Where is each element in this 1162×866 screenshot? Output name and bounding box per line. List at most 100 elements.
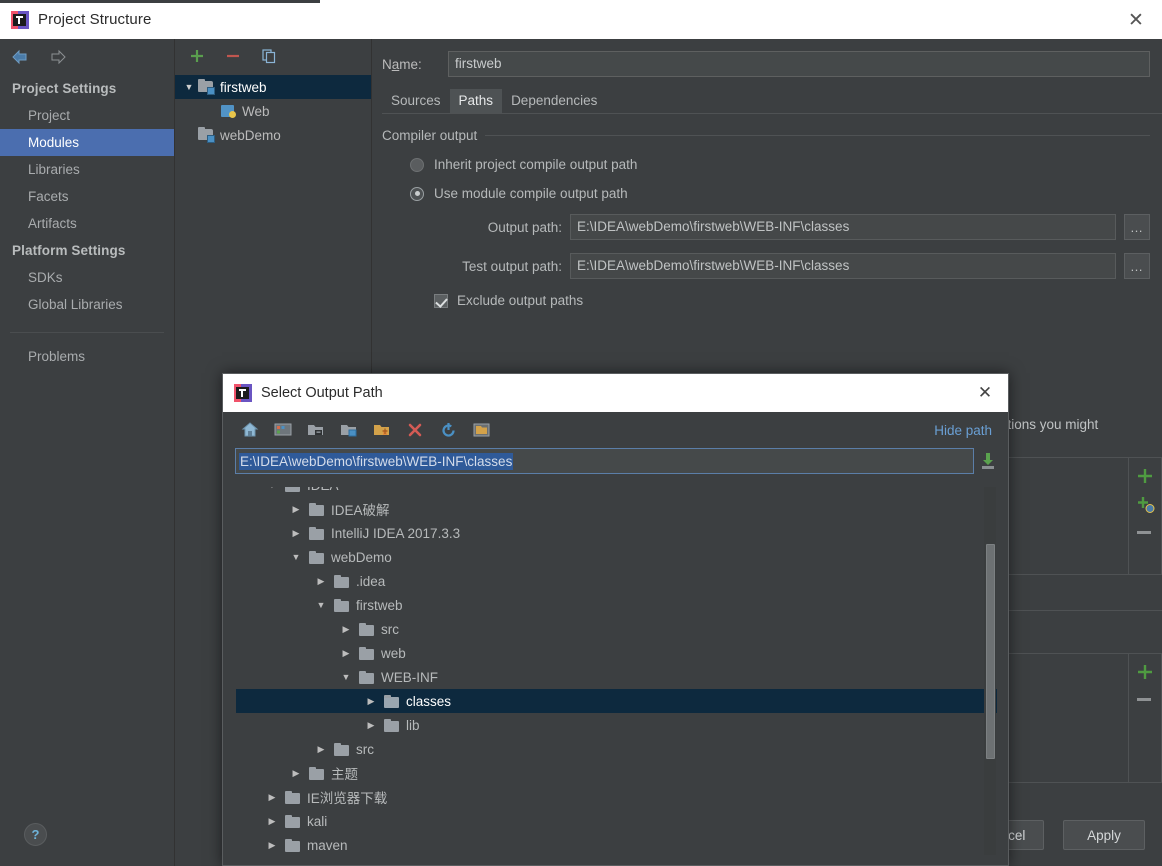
titlebar-dark-stub <box>0 0 320 3</box>
sidebar-item-project[interactable]: Project <box>0 102 174 129</box>
page-title: Project Structure <box>38 11 152 28</box>
tree-row-label: IntelliJ IDEA 2017.3.3 <box>331 525 461 541</box>
compiler-output-title: Compiler output <box>382 128 478 143</box>
chevron-right-icon[interactable]: ▶ <box>334 648 358 659</box>
tree-row-kali[interactable]: ▶ kali <box>236 809 997 833</box>
history-dropdown-icon[interactable] <box>980 451 996 471</box>
chevron-right-icon[interactable]: ▶ <box>284 528 308 539</box>
tab-sources[interactable]: Sources <box>382 89 450 113</box>
project-structure-window: Project Structure ✕ Project Settings Pro… <box>0 0 1162 866</box>
chevron-down-icon[interactable]: ▼ <box>334 672 358 682</box>
tree-row-ie-browser-download[interactable]: ▶ IE浏览器下载 <box>236 785 997 809</box>
tree-row-lib[interactable]: ▶ lib <box>236 713 997 737</box>
apply-button[interactable]: Apply <box>1063 820 1145 850</box>
chevron-down-icon[interactable]: ▼ <box>260 487 284 490</box>
tree-row-webdemo[interactable]: ▼ webDemo <box>236 545 997 569</box>
hide-path-link[interactable]: Hide path <box>934 423 992 438</box>
chevron-right-icon[interactable]: ▶ <box>260 816 284 827</box>
tree-scrollbar-thumb[interactable] <box>986 544 995 759</box>
tab-paths[interactable]: Paths <box>449 89 503 113</box>
test-output-path-input[interactable]: E:\IDEA\webDemo\firstweb\WEB-INF\classes <box>570 253 1116 279</box>
chevron-down-icon[interactable]: ▼ <box>284 552 308 562</box>
add-from-library-icon[interactable] <box>1137 496 1155 513</box>
tree-row-label: src <box>356 741 374 757</box>
tree-row-firstweb[interactable]: ▼ firstweb <box>236 593 997 617</box>
module-row-web[interactable]: Web <box>175 99 371 123</box>
tree-row-maven[interactable]: ▶ maven <box>236 833 997 855</box>
module-row-firstweb[interactable]: ▼ firstweb <box>175 75 371 99</box>
background-divider <box>1007 610 1162 611</box>
background-list-buttons-2 <box>1128 654 1161 782</box>
output-path-input[interactable]: E:\IDEA\webDemo\firstweb\WEB-INF\classes <box>570 214 1116 240</box>
output-path-row: Output path: E:\IDEA\webDemo\firstweb\WE… <box>382 214 1150 240</box>
chevron-right-icon[interactable]: ▶ <box>359 720 383 731</box>
radio-inherit-project-output[interactable]: Inherit project compile output path <box>410 157 1162 172</box>
chevron-right-icon[interactable]: ▶ <box>260 792 284 803</box>
copy-module-button[interactable] <box>259 46 279 66</box>
drive-folder-icon[interactable] <box>303 418 329 442</box>
remove-icon[interactable] <box>1137 698 1151 701</box>
close-icon[interactable]: ✕ <box>1120 8 1152 32</box>
radio-module-label: Use module compile output path <box>434 186 628 201</box>
help-button[interactable]: ? <box>24 823 47 846</box>
tree-row-label: firstweb <box>356 597 403 613</box>
sidebar-item-artifacts[interactable]: Artifacts <box>0 210 174 237</box>
sidebar-item-modules[interactable]: Modules <box>0 129 174 156</box>
background-list-box-1 <box>1007 457 1162 575</box>
remove-module-button[interactable] <box>223 46 243 66</box>
exclude-output-paths-row[interactable]: Exclude output paths <box>434 293 1162 308</box>
web-facet-icon <box>219 103 237 119</box>
tree-row-src[interactable]: ▶ src <box>236 617 997 641</box>
path-input[interactable]: E:\IDEA\webDemo\firstweb\WEB-INF\classes <box>235 448 974 474</box>
exclude-output-paths-checkbox[interactable] <box>434 293 448 308</box>
add-icon[interactable] <box>1137 468 1153 484</box>
show-hidden-files-icon[interactable] <box>468 418 494 442</box>
chevron-right-icon[interactable]: ▶ <box>309 576 333 587</box>
home-icon[interactable] <box>237 418 263 442</box>
chevron-down-icon[interactable]: ▼ <box>309 600 333 610</box>
chevron-right-icon[interactable]: ▶ <box>284 768 308 779</box>
back-arrow-icon[interactable] <box>10 46 32 68</box>
new-folder-icon[interactable] <box>369 418 395 442</box>
sidebar-item-problems[interactable]: Problems <box>0 343 174 370</box>
tree-row-classes[interactable]: ▶ classes <box>236 689 997 713</box>
chevron-right-icon[interactable]: ▶ <box>309 744 333 755</box>
chevron-right-icon[interactable]: ▶ <box>359 696 383 707</box>
desktop-icon[interactable] <box>270 418 296 442</box>
chevron-right-icon[interactable]: ▶ <box>284 504 308 515</box>
module-row-webdemo[interactable]: webDemo <box>175 123 371 147</box>
remove-icon[interactable] <box>1137 531 1151 534</box>
radio-button-on[interactable] <box>410 186 424 201</box>
tree-row-idea-crack[interactable]: ▶ IDEA破解 <box>236 497 997 521</box>
radio-button-off[interactable] <box>410 157 424 172</box>
module-folder-icon <box>197 79 215 95</box>
chevron-right-icon[interactable]: ▶ <box>260 840 284 851</box>
sidebar-item-facets[interactable]: Facets <box>0 183 174 210</box>
forward-arrow-icon[interactable] <box>46 46 68 68</box>
delete-icon[interactable] <box>402 418 428 442</box>
module-folder-icon <box>197 127 215 143</box>
close-icon[interactable]: ✕ <box>972 382 998 404</box>
chevron-right-icon[interactable]: ▶ <box>334 624 358 635</box>
folder-icon <box>333 574 350 588</box>
tree-row-src-2[interactable]: ▶ src <box>236 737 997 761</box>
chevron-down-icon[interactable]: ▼ <box>181 82 197 92</box>
radio-use-module-output[interactable]: Use module compile output path <box>410 186 1162 201</box>
module-name-input[interactable]: firstweb <box>448 51 1150 77</box>
tree-row-intellij-idea-2017[interactable]: ▶ IntelliJ IDEA 2017.3.3 <box>236 521 997 545</box>
tree-row-idea[interactable]: ▼ IDEA <box>236 487 997 497</box>
tree-row-theme[interactable]: ▶ 主题 <box>236 761 997 785</box>
sidebar-item-libraries[interactable]: Libraries <box>0 156 174 183</box>
tree-row-web[interactable]: ▶ web <box>236 641 997 665</box>
tree-row-dot-idea[interactable]: ▶ .idea <box>236 569 997 593</box>
refresh-icon[interactable] <box>435 418 461 442</box>
tab-dependencies[interactable]: Dependencies <box>502 89 607 113</box>
add-icon[interactable] <box>1137 664 1153 680</box>
tree-row-web-inf[interactable]: ▼ WEB-INF <box>236 665 997 689</box>
sidebar-item-global-libraries[interactable]: Global Libraries <box>0 291 174 318</box>
sidebar-item-sdks[interactable]: SDKs <box>0 264 174 291</box>
module-folder-icon[interactable] <box>336 418 362 442</box>
output-path-browse-button[interactable]: … <box>1124 214 1150 240</box>
add-module-button[interactable] <box>187 46 207 66</box>
test-output-path-browse-button[interactable]: … <box>1124 253 1150 279</box>
